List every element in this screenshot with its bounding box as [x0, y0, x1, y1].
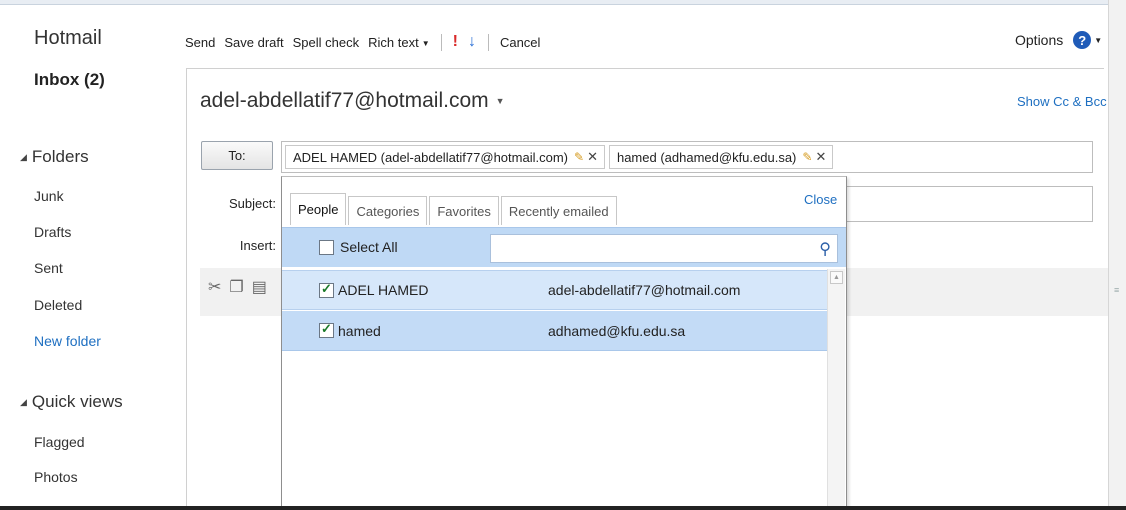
show-cc-bcc-link[interactable]: Show Cc & Bcc	[1017, 94, 1107, 109]
pencil-icon[interactable]: ✎	[574, 150, 584, 164]
to-button[interactable]: To:	[201, 141, 273, 170]
send-button[interactable]: Send	[185, 35, 215, 50]
contact-row[interactable]: ADEL HAMED adel-abdellatif77@hotmail.com	[282, 270, 827, 310]
rich-text-label: Rich text	[368, 34, 419, 50]
close-icon[interactable]: ✕	[587, 149, 598, 165]
recipient-label: ADEL HAMED (adel-abdellatif77@hotmail.co…	[293, 149, 568, 165]
tab-recently-emailed[interactable]: Recently emailed	[500, 196, 617, 225]
contact-picker-dropdown: People Categories Favorites Recently ema…	[281, 176, 847, 508]
picker-close-link[interactable]: Close	[804, 192, 837, 207]
scroll-up-arrow-icon[interactable]: ▲	[830, 271, 843, 284]
contact-checkbox[interactable]	[319, 321, 334, 338]
help-icon[interactable]: ?	[1073, 31, 1092, 49]
select-all-label: Select All	[340, 239, 398, 255]
contact-checkbox[interactable]	[319, 281, 334, 298]
rich-text-dropdown[interactable]: Rich text ▼	[368, 35, 430, 50]
tab-favorites[interactable]: Favorites	[429, 196, 499, 225]
folder-drafts[interactable]: Drafts	[34, 224, 71, 240]
contact-name: hamed	[338, 322, 381, 339]
to-recipients-field[interactable]: ADEL HAMED (adel-abdellatif77@hotmail.co…	[281, 141, 1093, 173]
folder-sent[interactable]: Sent	[34, 260, 63, 276]
tab-categories[interactable]: Categories	[348, 196, 428, 225]
inbox-link[interactable]: Inbox (2)	[34, 70, 105, 90]
contact-search-input[interactable]: ⚲	[490, 234, 838, 263]
contact-list-scrollbar[interactable]: ▲	[827, 269, 845, 507]
chevron-down-icon[interactable]: ▼	[1094, 36, 1102, 45]
insert-label: Insert:	[239, 238, 276, 253]
contact-email: adel-abdellatif77@hotmail.com	[548, 282, 741, 298]
quick-view-flagged[interactable]: Flagged	[34, 434, 85, 450]
compose-toolbar: Send Save draft Spell check Rich text ▼ !…	[185, 29, 549, 55]
cancel-button[interactable]: Cancel	[500, 35, 540, 50]
brand-logo[interactable]: Hotmail	[34, 27, 102, 50]
collapse-triangle-icon: ◢	[20, 396, 27, 407]
paste-icon[interactable]: ▤	[252, 277, 267, 297]
subject-input[interactable]	[845, 186, 1093, 222]
chevron-down-icon: ▼	[495, 96, 505, 106]
high-importance-icon[interactable]: !	[453, 33, 458, 51]
recipient-chip[interactable]: ADEL HAMED (adel-abdellatif77@hotmail.co…	[285, 145, 605, 169]
resize-grip-icon[interactable]: ≡	[1114, 285, 1121, 295]
options-menu[interactable]: Options ? ▼	[1015, 31, 1102, 49]
low-importance-icon[interactable]: ↓	[468, 33, 476, 51]
toolbar-divider	[487, 33, 489, 51]
quick-views-section-label: Quick views	[31, 392, 123, 411]
toolbar-divider	[440, 33, 442, 51]
recipient-label: hamed (adhamed@kfu.edu.sa)	[616, 149, 797, 165]
new-folder-link[interactable]: New folder	[34, 333, 101, 349]
select-all-checkbox[interactable]	[319, 239, 334, 255]
window-right-edge: ≡	[1108, 0, 1126, 510]
quick-views-section-toggle[interactable]: ◢ Quick views	[20, 392, 123, 412]
options-label: Options	[1015, 32, 1064, 48]
clipboard-tools: ✂ ❐ ▤	[208, 277, 267, 297]
folders-section-label: Folders	[31, 147, 89, 166]
save-draft-button[interactable]: Save draft	[224, 35, 283, 50]
picker-tabs: People Categories Favorites Recently ema…	[290, 193, 619, 225]
search-icon[interactable]: ⚲	[819, 239, 831, 259]
folder-deleted[interactable]: Deleted	[34, 297, 82, 313]
from-address: adel-abdellatif77@hotmail.com	[200, 89, 489, 112]
close-icon[interactable]: ✕	[815, 149, 826, 165]
tab-people[interactable]: People	[290, 193, 347, 225]
chevron-down-icon: ▼	[421, 38, 430, 48]
from-account-selector[interactable]: adel-abdellatif77@hotmail.com ▼	[200, 89, 505, 113]
pencil-icon[interactable]: ✎	[802, 150, 812, 164]
folder-junk[interactable]: Junk	[34, 188, 64, 204]
select-all-toggle[interactable]: Select All	[319, 239, 398, 255]
collapse-triangle-icon: ◢	[20, 151, 27, 162]
select-all-bar: Select All ⚲	[282, 227, 846, 267]
cut-icon[interactable]: ✂	[208, 277, 221, 297]
window-bottom-edge	[0, 506, 1126, 510]
contact-name: ADEL HAMED	[338, 282, 429, 298]
left-navigation: Hotmail Inbox (2) ◢ Folders Junk Drafts …	[0, 0, 182, 506]
contact-row[interactable]: hamed adhamed@kfu.edu.sa	[282, 311, 827, 351]
contact-email: adhamed@kfu.edu.sa	[548, 322, 686, 339]
folders-section-toggle[interactable]: ◢ Folders	[20, 147, 89, 167]
spell-check-button[interactable]: Spell check	[293, 35, 359, 50]
recipient-chip[interactable]: hamed (adhamed@kfu.edu.sa) ✎ ✕	[608, 145, 834, 169]
quick-view-photos[interactable]: Photos	[34, 469, 78, 485]
subject-label: Subject:	[229, 196, 276, 211]
copy-icon[interactable]: ❐	[229, 277, 243, 297]
